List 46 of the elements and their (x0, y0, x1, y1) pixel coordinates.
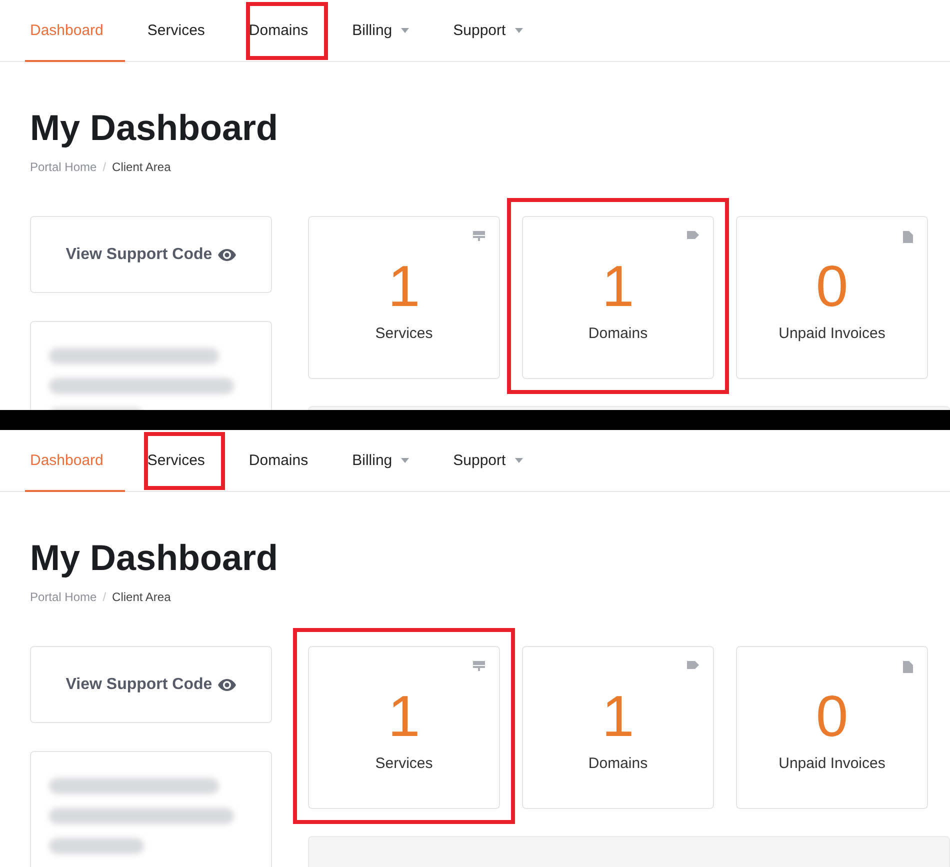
stat-card[interactable]: 1 Domains (522, 646, 714, 809)
nav-item[interactable]: Billing (347, 0, 432, 62)
nav-item[interactable]: Billing (347, 430, 432, 492)
stat-label: Services (375, 755, 433, 772)
caret-icon (401, 458, 410, 462)
stat-count: 0 (816, 257, 848, 317)
caret-icon (514, 458, 523, 462)
stat-label: Domains (588, 325, 648, 342)
page-title: My Dashboard (30, 108, 280, 148)
stat-count: 1 (602, 687, 634, 747)
document-icon (903, 661, 913, 673)
stat-card[interactable]: 1 Services (308, 216, 500, 379)
stat-card[interactable]: 1 Domains (522, 216, 714, 379)
breadcrumb-current: Client Area (112, 590, 171, 604)
stat-label: Unpaid Invoices (778, 325, 886, 342)
eye-icon (218, 678, 236, 690)
breadcrumb-separator: / (102, 590, 106, 604)
caret-icon (514, 28, 523, 32)
tag-icon (687, 661, 699, 669)
eye-icon (218, 248, 236, 260)
stat-card[interactable]: 1 Services (308, 646, 500, 809)
stat-count: 0 (816, 687, 848, 747)
server-icon (473, 231, 485, 241)
breadcrumb-current: Client Area (112, 160, 171, 174)
view-support-code-button[interactable]: View Support Code (30, 216, 272, 293)
page-title: My Dashboard (30, 538, 280, 578)
caret-icon (401, 28, 410, 32)
breadcrumb-separator: / (102, 160, 106, 174)
stat-card[interactable]: 0 Unpaid Invoices (736, 216, 928, 379)
nav-item[interactable]: Support (448, 430, 545, 492)
nav-item[interactable]: Services (142, 430, 227, 492)
stat-count: 1 (602, 257, 634, 317)
nav-item[interactable]: Support (448, 0, 545, 62)
tag-icon (687, 231, 699, 239)
stat-card[interactable]: 0 Unpaid Invoices (736, 646, 928, 809)
stat-count: 1 (388, 257, 420, 317)
server-icon (473, 661, 485, 671)
stat-label: Unpaid Invoices (778, 755, 886, 772)
nav-item[interactable]: Domains (244, 0, 330, 62)
stat-label: Domains (588, 755, 648, 772)
nav-item[interactable]: Domains (244, 430, 330, 492)
stat-count: 1 (388, 687, 420, 747)
view-support-code-button[interactable]: View Support Code (30, 646, 272, 723)
stat-label: Services (375, 325, 433, 342)
nav-item[interactable]: Services (142, 0, 227, 62)
document-icon (903, 231, 913, 243)
